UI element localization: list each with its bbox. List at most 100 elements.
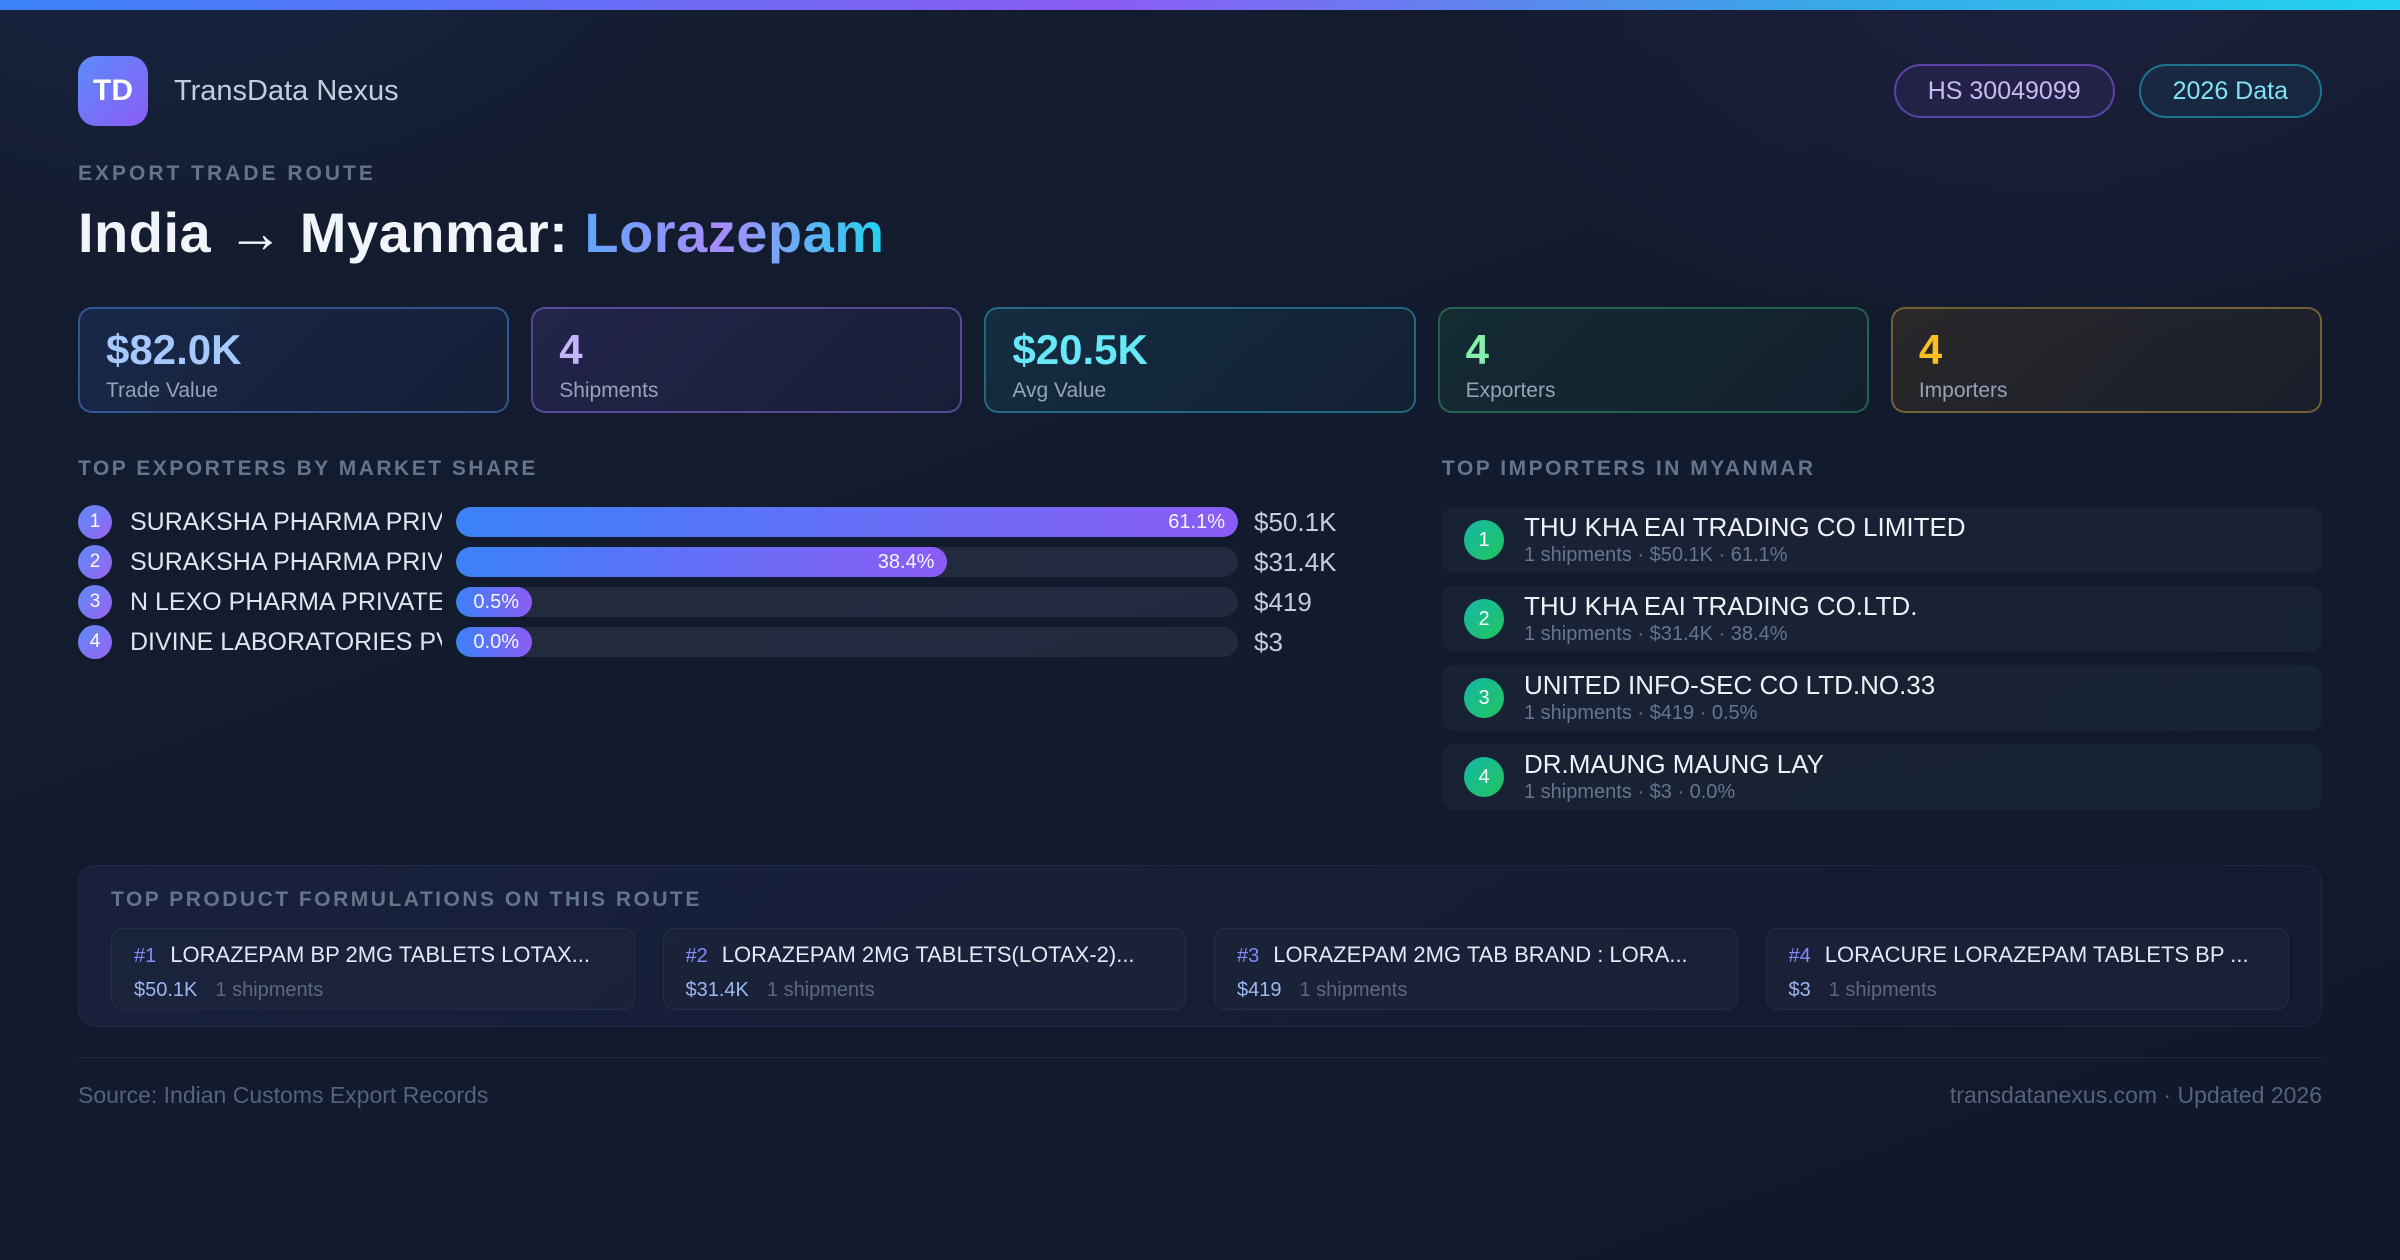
importers-section: TOP IMPORTERS IN MYANMAR 1 THU KHA EAI T… xyxy=(1442,457,2322,823)
product-name: LORAZEPAM BP 2MG TABLETS LOTAX... xyxy=(170,942,591,967)
brand: TD TransData Nexus xyxy=(78,56,399,126)
product-title-line: #1 LORAZEPAM BP 2MG TABLETS LOTAX... xyxy=(134,942,612,968)
page-title-product: Lorazepam xyxy=(584,201,885,264)
market-share-percent: 38.4% xyxy=(877,550,935,573)
data-year-badge[interactable]: 2026 Data xyxy=(2138,64,2322,118)
product-rank: #1 xyxy=(134,945,157,967)
importer-meta: 1 shipments · $419 · 0.5% xyxy=(1524,702,1758,724)
importer-card: 3 UNITED INFO-SEC CO LTD.NO.33 1 shipmen… xyxy=(1442,665,2322,731)
rank-badge: 2 xyxy=(1464,599,1504,639)
product-cards: #1 LORAZEPAM BP 2MG TABLETS LOTAX... $50… xyxy=(111,928,2289,1010)
importer-info: UNITED INFO-SEC CO LTD.NO.33 1 shipments… xyxy=(1524,671,1935,725)
importer-card: 1 THU KHA EAI TRADING CO LIMITED 1 shipm… xyxy=(1442,507,2322,573)
product-name: LORACURE LORAZEPAM TABLETS BP ... xyxy=(1824,942,2249,967)
stat-value: $82.0K xyxy=(106,326,242,373)
market-share-bar: 0.5% xyxy=(456,587,532,617)
importers-heading: TOP IMPORTERS IN MYANMAR xyxy=(1442,457,1816,480)
exporters-heading: TOP EXPORTERS BY MARKET SHARE xyxy=(78,457,538,480)
header-badges: HS 30049099 2026 Data xyxy=(1893,64,2322,118)
eyebrow-label: EXPORT TRADE ROUTE xyxy=(78,162,376,185)
products-heading: TOP PRODUCT FORMULATIONS ON THIS ROUTE xyxy=(111,888,702,911)
brand-name: TransData Nexus xyxy=(174,74,399,107)
stat-card-avg-value: $20.5K Avg Value xyxy=(984,307,1416,413)
exporter-value: $31.4K xyxy=(1254,546,1337,577)
product-value: $31.4K xyxy=(685,979,749,1001)
stat-card-trade-value: $82.0K Trade Value xyxy=(78,307,510,413)
exporter-name: N LEXO PHARMA PRIVATE LIMI... xyxy=(130,587,442,616)
stat-label: Shipments xyxy=(559,379,659,402)
product-meta-line: $419 1 shipments xyxy=(1237,979,1715,1002)
top-accent-bar xyxy=(0,0,2400,10)
lists-section: TOP EXPORTERS BY MARKET SHARE 1 SURAKSHA… xyxy=(78,457,2322,823)
exporters-section: TOP EXPORTERS BY MARKET SHARE 1 SURAKSHA… xyxy=(78,457,1362,667)
footer: Source: Indian Customs Export Records tr… xyxy=(78,1057,2322,1109)
footer-site: transdatanexus.com · Updated 2026 xyxy=(1949,1082,2322,1108)
page-title-route: India → Myanmar: xyxy=(78,201,585,264)
products-panel: TOP PRODUCT FORMULATIONS ON THIS ROUTE #… xyxy=(78,865,2322,1027)
stat-card-importers: 4 Importers xyxy=(1890,307,2323,413)
brand-logo-text: TD xyxy=(93,74,133,107)
market-share-percent: 0.0% xyxy=(473,630,519,653)
rank-badge: 3 xyxy=(78,585,112,619)
product-meta-line: $50.1K 1 shipments xyxy=(134,979,612,1002)
importer-info: DR.MAUNG MAUNG LAY 1 shipments · $3 · 0.… xyxy=(1524,750,1824,804)
market-share-bar-track: 0.0% xyxy=(456,627,1238,657)
exporter-row: 1 SURAKSHA PHARMA PRIVATE LI... 61.1% $5… xyxy=(78,505,1362,539)
stat-value: 4 xyxy=(1465,326,1489,373)
exporter-value: $3 xyxy=(1254,626,1283,657)
product-value: $3 xyxy=(1788,979,1811,1001)
importer-info: THU KHA EAI TRADING CO.LTD. 1 shipments … xyxy=(1524,592,1917,646)
stat-value: 4 xyxy=(559,326,583,373)
market-share-bar-track: 61.1% xyxy=(456,507,1238,537)
exporter-name: SURAKSHA PHARMA PRIVATE LI... xyxy=(130,507,442,536)
market-share-percent: 61.1% xyxy=(1168,510,1225,533)
product-shipments: 1 shipments xyxy=(1828,979,1937,1001)
importer-name: THU KHA EAI TRADING CO LIMITED xyxy=(1524,512,1966,542)
stat-label: Avg Value xyxy=(1012,379,1107,402)
product-name: LORAZEPAM 2MG TABLETS(LOTAX-2)... xyxy=(721,942,1135,967)
importer-card: 4 DR.MAUNG MAUNG LAY 1 shipments · $3 · … xyxy=(1442,744,2322,810)
header: TD TransData Nexus HS 30049099 2026 Data xyxy=(78,56,2322,126)
product-shipments: 1 shipments xyxy=(1299,979,1408,1001)
stat-label: Exporters xyxy=(1465,379,1556,402)
exporter-name: SURAKSHA PHARMA PRIVATE LI... xyxy=(130,547,442,576)
importer-name: UNITED INFO-SEC CO LTD.NO.33 xyxy=(1524,670,1936,700)
product-card: #3 LORAZEPAM 2MG TAB BRAND : LORA... $41… xyxy=(1214,928,1738,1010)
rank-badge: 1 xyxy=(1464,520,1504,560)
exporter-row: 4 DIVINE LABORATORIES PVT. L... 0.0% $3 xyxy=(78,625,1362,659)
product-shipments: 1 shipments xyxy=(766,979,875,1001)
hs-code-badge[interactable]: HS 30049099 xyxy=(1893,64,2115,118)
rank-badge: 2 xyxy=(78,545,112,579)
stat-value: $20.5K xyxy=(1012,326,1148,373)
stat-cards: $82.0K Trade Value 4 Shipments $20.5K Av… xyxy=(78,307,2323,413)
product-rank: #3 xyxy=(1237,945,1260,967)
importer-meta: 1 shipments · $3 · 0.0% xyxy=(1524,781,1736,803)
stat-value: 4 xyxy=(1918,326,1943,373)
dashboard-page: TD TransData Nexus HS 30049099 2026 Data… xyxy=(0,56,2400,1109)
importer-meta: 1 shipments · $50.1K · 61.1% xyxy=(1524,544,1788,566)
product-card: #4 LORACURE LORAZEPAM TABLETS BP ... $3 … xyxy=(1765,928,2289,1010)
page-title: India → Myanmar: Lorazepam xyxy=(78,200,2322,265)
product-rank: #2 xyxy=(685,945,708,967)
product-value: $50.1K xyxy=(134,979,198,1001)
product-title-line: #3 LORAZEPAM 2MG TAB BRAND : LORA... xyxy=(1237,942,1715,968)
market-share-bar: 0.0% xyxy=(456,627,532,657)
brand-logo: TD xyxy=(78,56,148,126)
rank-badge: 4 xyxy=(1464,757,1504,797)
importer-name: THU KHA EAI TRADING CO.LTD. xyxy=(1524,591,1918,621)
market-share-bar: 61.1% xyxy=(456,507,1238,537)
footer-source: Source: Indian Customs Export Records xyxy=(78,1082,489,1108)
stat-card-exporters: 4 Exporters xyxy=(1437,307,1869,413)
importer-card: 2 THU KHA EAI TRADING CO.LTD. 1 shipment… xyxy=(1442,586,2322,652)
stat-card-shipments: 4 Shipments xyxy=(531,307,963,413)
stat-label: Importers xyxy=(1918,379,2008,402)
exporter-row: 2 SURAKSHA PHARMA PRIVATE LI... 38.4% $3… xyxy=(78,545,1362,579)
product-value: $419 xyxy=(1237,979,1282,1001)
market-share-bar: 38.4% xyxy=(456,547,948,577)
rank-badge: 1 xyxy=(78,505,112,539)
product-card: #1 LORAZEPAM BP 2MG TABLETS LOTAX... $50… xyxy=(111,928,635,1010)
rank-badge: 4 xyxy=(78,625,112,659)
importer-meta: 1 shipments · $31.4K · 38.4% xyxy=(1524,623,1788,645)
product-shipments: 1 shipments xyxy=(215,979,324,1001)
product-title-line: #2 LORAZEPAM 2MG TABLETS(LOTAX-2)... xyxy=(686,942,1164,968)
